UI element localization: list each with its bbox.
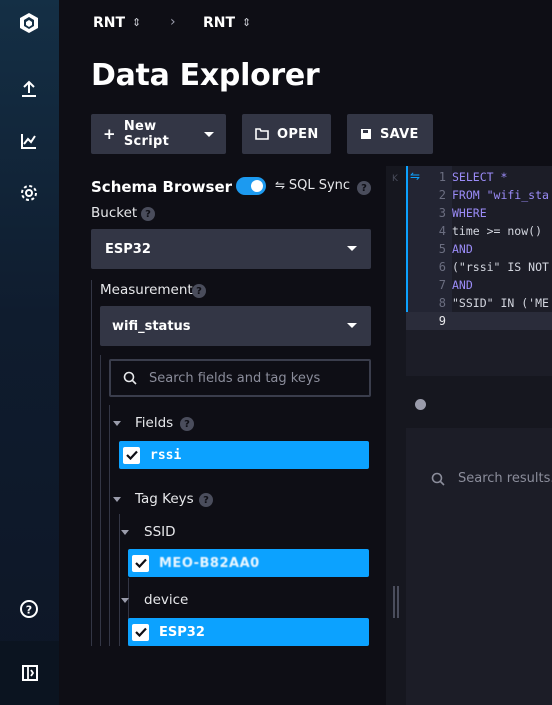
save-button[interactable]: SAVE xyxy=(347,114,433,154)
folder-icon xyxy=(255,128,269,140)
tag-keys-help-icon[interactable]: ? xyxy=(199,493,213,507)
checkbox-checked-icon xyxy=(132,623,149,641)
bucket-value: ESP32 xyxy=(105,241,151,257)
results-header xyxy=(406,376,552,428)
sidebar-collapse-icon xyxy=(21,665,38,681)
tag-value-device[interactable]: ESP32 xyxy=(128,618,369,646)
bucket-select[interactable]: ESP32 xyxy=(91,229,371,269)
active-indicator xyxy=(406,166,408,312)
gear-icon[interactable] xyxy=(14,178,44,208)
caret-down-icon xyxy=(204,131,214,137)
dropdown-arrow-icon xyxy=(347,323,357,328)
tree-guide-line xyxy=(100,355,101,646)
line-number: 9 xyxy=(438,314,446,328)
field-name: rssi xyxy=(150,447,182,463)
search-icon xyxy=(431,472,445,486)
sync-icon: ⇋ xyxy=(275,178,289,192)
sql-sync-text: SQL Sync xyxy=(288,178,351,193)
collapse-device-icon[interactable] xyxy=(121,598,129,603)
sync-icon: ⇋ xyxy=(410,169,421,183)
save-icon xyxy=(361,129,371,139)
line-number: 8 xyxy=(438,296,446,310)
new-script-label: New Script xyxy=(123,119,170,149)
breadcrumb-separator: › xyxy=(170,14,176,30)
tree-guide-line xyxy=(91,280,92,646)
results-tabbar xyxy=(406,428,552,448)
breadcrumb-org[interactable]: RNT xyxy=(93,15,125,31)
help-icon[interactable]: ? xyxy=(14,594,44,624)
bucket-label: Bucket xyxy=(91,205,138,221)
sql-sync-toggle[interactable] xyxy=(236,177,266,195)
tag-ssid-label[interactable]: SSID xyxy=(144,524,176,540)
tag-value-ssid[interactable]: MEO-B82AA0 xyxy=(128,549,369,577)
fields-label[interactable]: Fields xyxy=(135,415,173,431)
line-number: 3 xyxy=(438,206,446,220)
bucket-switch-icon[interactable]: ⇕ xyxy=(242,16,251,29)
org-switch-icon[interactable]: ⇕ xyxy=(132,16,141,29)
line-number: 6 xyxy=(438,260,446,274)
new-script-button[interactable]: + New Script xyxy=(91,114,226,154)
influx-logo-icon[interactable] xyxy=(14,8,44,38)
svg-text:?: ? xyxy=(26,604,32,617)
sql-sync-help-icon[interactable]: ? xyxy=(357,181,371,195)
checkbox-checked-icon xyxy=(123,446,140,464)
fields-help-icon[interactable]: ? xyxy=(180,417,194,431)
collapse-ssid-icon[interactable] xyxy=(121,530,129,535)
measurement-label: Measurement xyxy=(100,282,193,298)
code-line: "SSID" IN ('ME xyxy=(452,296,549,310)
page-title: Data Explorer xyxy=(91,58,320,93)
line-number: 4 xyxy=(438,224,446,238)
search-placeholder: Search fields and tag keys xyxy=(149,370,321,386)
code-line: AND xyxy=(452,278,473,292)
dropdown-arrow-icon xyxy=(347,246,357,251)
drag-handle-icon xyxy=(397,586,399,618)
collapse-tag-keys-icon[interactable] xyxy=(113,497,121,502)
line-number: 5 xyxy=(438,242,446,256)
code-line: time >= now() xyxy=(452,224,543,238)
query-editor[interactable]: ⇋ 1 2 3 4 5 6 7 8 9 SELECT * FROM "wifi_… xyxy=(406,166,552,376)
schema-browser-title: Schema Browser xyxy=(91,178,233,196)
results-search-input[interactable]: Search results... xyxy=(458,471,552,486)
code-line: WHERE xyxy=(452,206,487,220)
plus-icon: + xyxy=(103,125,116,143)
line-number: 2 xyxy=(438,188,446,202)
drag-handle-icon xyxy=(393,586,395,618)
nav-rail: ? xyxy=(0,0,59,705)
measurement-value: wifi_status xyxy=(112,318,191,334)
line-number: 1 xyxy=(438,170,446,184)
results-panel: Search results... xyxy=(406,448,552,705)
schema-search-input[interactable]: Search fields and tag keys xyxy=(109,359,371,397)
tag-value-text: ESP32 xyxy=(159,624,205,640)
line-number: 7 xyxy=(438,278,446,292)
upload-icon[interactable] xyxy=(14,74,44,104)
code-line: ("rssi" IS NOT xyxy=(452,260,549,274)
measurement-help-icon[interactable]: ? xyxy=(192,284,206,298)
code-line: AND xyxy=(452,242,473,256)
tag-device-label[interactable]: device xyxy=(144,592,188,608)
code-line: FROM "wifi_sta xyxy=(452,188,549,202)
field-item-rssi[interactable]: rssi xyxy=(119,441,369,469)
collapse-nav-button[interactable] xyxy=(0,641,59,705)
graph-icon[interactable] xyxy=(14,126,44,156)
current-line-highlight xyxy=(406,312,552,330)
collapse-panel-icon[interactable]: K xyxy=(392,174,398,184)
sql-sync-label: ⇋ SQL Sync xyxy=(275,178,350,193)
tag-value-text: MEO-B82AA0 xyxy=(159,555,260,571)
collapse-fields-icon[interactable] xyxy=(113,421,121,426)
tree-guide-line xyxy=(109,405,110,646)
panel-divider[interactable]: K xyxy=(386,166,406,705)
code-line: SELECT * xyxy=(452,170,508,184)
open-label: OPEN xyxy=(277,126,319,142)
search-icon xyxy=(123,371,137,385)
save-label: SAVE xyxy=(380,126,419,142)
toggle-knob xyxy=(251,180,263,192)
checkbox-checked-icon xyxy=(132,554,149,572)
open-button[interactable]: OPEN xyxy=(242,114,331,154)
bucket-help-icon[interactable]: ? xyxy=(141,207,155,221)
status-dot-icon xyxy=(415,399,426,410)
tag-keys-label[interactable]: Tag Keys xyxy=(135,491,194,507)
breadcrumb-bucket[interactable]: RNT xyxy=(203,15,235,31)
tree-guide-line xyxy=(119,514,120,646)
measurement-select[interactable]: wifi_status xyxy=(100,306,371,346)
